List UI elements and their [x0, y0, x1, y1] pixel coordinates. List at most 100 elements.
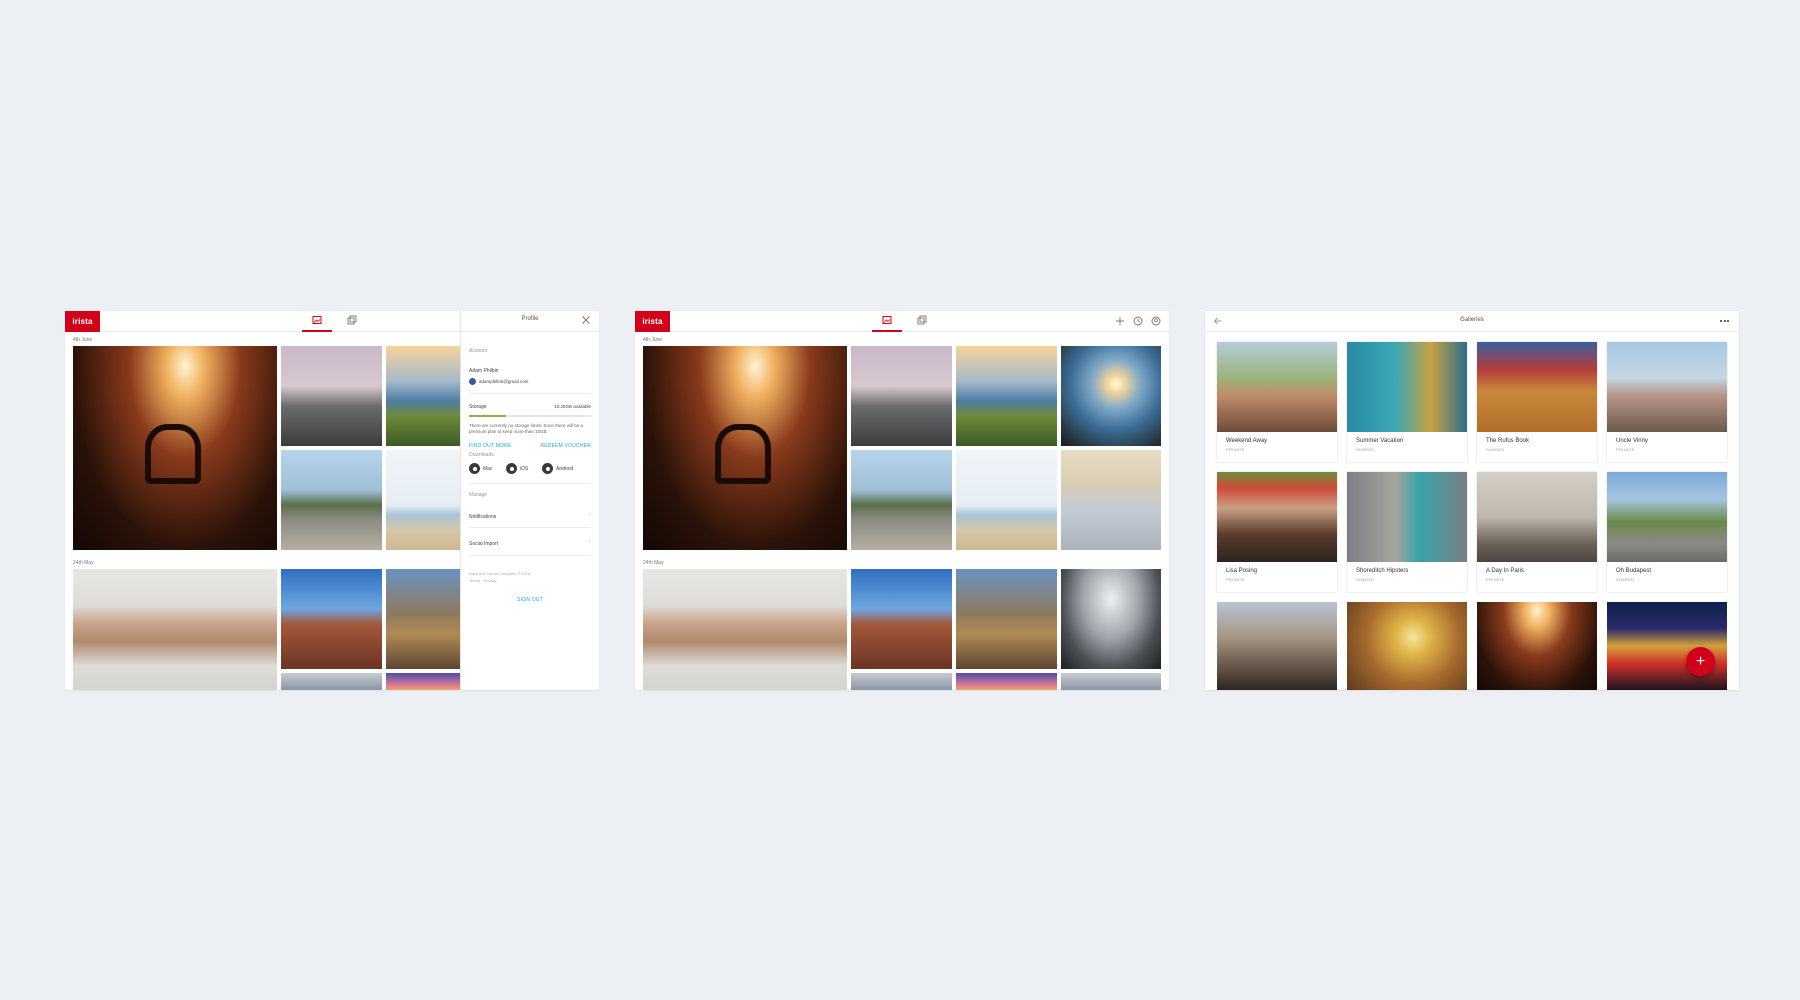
- download-ios-label: iOS: [520, 465, 529, 472]
- more-options-icon[interactable]: [1720, 320, 1729, 322]
- chevron-right-icon: ›: [588, 511, 591, 518]
- gallery-name: The Rufus Book: [1486, 438, 1530, 444]
- photo-coast[interactable]: [386, 346, 460, 446]
- storage-label: Storage: [469, 404, 487, 410]
- facebook-icon: [469, 378, 476, 385]
- photo-girl[interactable]: [643, 569, 847, 690]
- gallery-cover: [1347, 472, 1467, 562]
- photo-station[interactable]: [1061, 450, 1161, 550]
- footer-company: Irista is a Canon Company © 2016: [469, 571, 531, 576]
- downloads-section-label: Downloads: [469, 452, 494, 458]
- toolbar-actions: [1115, 316, 1161, 326]
- screen-photos-profile: irista 4th June 24th May Profile Account…: [65, 311, 599, 690]
- find-out-more-link[interactable]: FIND OUT MORE: [469, 443, 512, 449]
- irista-logo[interactable]: irista: [65, 311, 100, 332]
- photo-skater[interactable]: [386, 450, 460, 550]
- photo-concert[interactable]: [643, 346, 847, 550]
- gallery-name: Oh Budapest: [1616, 568, 1652, 574]
- photos-tab-icon[interactable]: [302, 315, 332, 332]
- gallery-card[interactable]: The Rufus Book SHARED: [1477, 342, 1597, 462]
- top-bar: irista: [635, 311, 1169, 332]
- gallery-cover-partial[interactable]: [1607, 602, 1727, 690]
- gallery-card[interactable]: Weekend Away PRIVATE: [1217, 342, 1337, 462]
- profile-title: Profile: [521, 316, 539, 322]
- photo-brooklyn-bridge[interactable]: [956, 569, 1057, 669]
- screen-galleries: Galleries Weekend Away PRIVATE Summer Va…: [1205, 311, 1739, 690]
- photo-skyscrapers[interactable]: [1061, 569, 1161, 669]
- galleries-tab-icon[interactable]: [907, 315, 937, 332]
- gallery-name: Lisa Posing: [1226, 568, 1258, 574]
- add-gallery-button[interactable]: +: [1686, 647, 1715, 676]
- user-name: Adam Philbin: [469, 368, 499, 374]
- photo-partial[interactable]: [1061, 673, 1161, 690]
- divider: [461, 331, 599, 332]
- gallery-cover-partial[interactable]: [1477, 602, 1597, 690]
- download-android[interactable]: Android: [542, 463, 573, 474]
- photo-concert[interactable]: [73, 346, 277, 550]
- gallery-card[interactable]: Summer Vacation SHARED: [1347, 342, 1467, 462]
- gallery-cover: [1217, 472, 1337, 562]
- clock-icon[interactable]: [1133, 316, 1143, 326]
- storage-note: There are currently no storage limits. S…: [469, 423, 584, 434]
- redeem-voucher-link[interactable]: REDEEM VOUCHER: [540, 443, 591, 449]
- gallery-card[interactable]: Lisa Posing PRIVATE: [1217, 472, 1337, 592]
- photo-manhattan-bridge[interactable]: [851, 569, 952, 669]
- gallery-cover: [1607, 472, 1727, 562]
- gallery-card[interactable]: Uncle Vinny PRIVATE: [1607, 342, 1727, 462]
- social-import-item[interactable]: Social Import: [469, 541, 498, 547]
- photo-girl[interactable]: [73, 569, 277, 690]
- photo-partial[interactable]: [281, 673, 382, 690]
- add-icon[interactable]: [1115, 316, 1125, 326]
- photo-palms[interactable]: [281, 450, 382, 550]
- divider: [469, 555, 591, 556]
- photos-tab-icon[interactable]: [872, 315, 902, 332]
- gallery-privacy: SHARED: [1356, 577, 1375, 582]
- divider: [469, 527, 591, 528]
- gallery-cover-partial[interactable]: [1217, 602, 1337, 690]
- gallery-cover: [1607, 342, 1727, 432]
- photo-skater[interactable]: [956, 450, 1057, 550]
- gallery-name: A Day In Paris: [1486, 568, 1525, 574]
- gallery-card[interactable]: Oh Budapest SHARED: [1607, 472, 1727, 592]
- footer-links[interactable]: Terms · Privacy: [469, 578, 497, 583]
- heart-hands-shape: [715, 424, 771, 484]
- photo-manhattan-bridge[interactable]: [281, 569, 382, 669]
- notifications-item[interactable]: Notifications: [469, 514, 496, 520]
- account-section-label: Account: [469, 348, 488, 354]
- photo-partial[interactable]: [956, 673, 1057, 690]
- manage-section-label: Manage: [469, 492, 488, 498]
- divider: [469, 393, 591, 394]
- date-heading: 24th May: [643, 560, 664, 566]
- heart-hands-shape: [145, 424, 201, 484]
- download-android-label: Android: [556, 465, 574, 472]
- sign-out-link[interactable]: SIGN OUT: [461, 597, 599, 603]
- close-icon[interactable]: [581, 315, 591, 325]
- download-ios[interactable]: iOS: [506, 463, 528, 474]
- galleries-tab-icon[interactable]: [337, 315, 367, 332]
- date-heading: 24th May: [73, 560, 94, 566]
- storage-progress-bar: [469, 415, 591, 417]
- gallery-privacy: PRIVATE: [1486, 577, 1505, 582]
- photo-palms[interactable]: [851, 450, 952, 550]
- gallery-card[interactable]: A Day In Paris PRIVATE: [1477, 472, 1597, 592]
- date-heading: 4th June: [73, 337, 93, 343]
- photo-brooklyn-bridge[interactable]: [386, 569, 460, 669]
- photo-partial[interactable]: [386, 673, 460, 690]
- photo-bridge[interactable]: [851, 346, 952, 446]
- photo-coast[interactable]: [956, 346, 1057, 446]
- date-heading: 4th June: [643, 337, 663, 343]
- photo-bridge[interactable]: [281, 346, 382, 446]
- gallery-name: Weekend Away: [1226, 438, 1268, 444]
- storage-progress-fill: [469, 415, 506, 417]
- photo-sunset[interactable]: [1061, 346, 1161, 446]
- gallery-cover-partial[interactable]: [1347, 602, 1467, 690]
- gallery-card[interactable]: Shoreditch Hipsters SHARED: [1347, 472, 1467, 592]
- download-mac[interactable]: Mac: [469, 463, 492, 474]
- irista-logo[interactable]: irista: [635, 311, 670, 332]
- photo-partial[interactable]: [851, 673, 952, 690]
- mac-icon: [469, 463, 480, 474]
- user-email: adamphilbin@gmail.com: [479, 379, 529, 384]
- profile-icon[interactable]: [1151, 316, 1161, 326]
- gallery-cover: [1477, 342, 1597, 432]
- gallery-privacy: SHARED: [1486, 447, 1505, 452]
